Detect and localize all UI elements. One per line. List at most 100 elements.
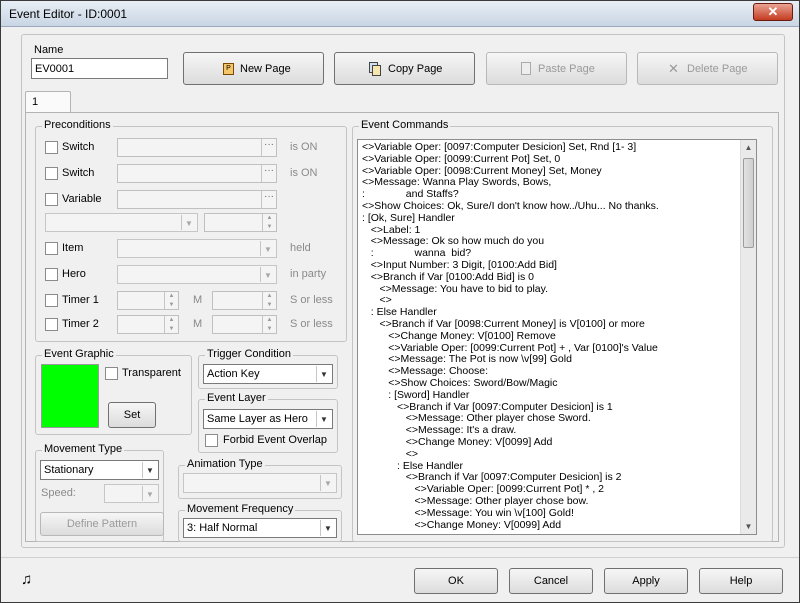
set-graphic-button[interactable]: Set	[108, 402, 156, 428]
event-layer-value: Same Layer as Hero	[207, 413, 308, 425]
spin-icon[interactable]: ▲ ▼	[164, 316, 178, 333]
spin-icon[interactable]: ▲ ▼	[262, 292, 276, 309]
variable-browse-icon[interactable]: ···	[261, 191, 276, 208]
timer1-minutes-stepper[interactable]: ▲ ▼	[117, 291, 179, 310]
command-line[interactable]: : [Ok, Sure] Handler	[362, 212, 740, 225]
close-button[interactable]: ✕	[753, 3, 793, 21]
speed-dropdown[interactable]: ▼	[104, 484, 159, 503]
switch1-field[interactable]: ···	[117, 138, 277, 157]
transparent-label: Transparent	[122, 367, 181, 379]
item-checkbox[interactable]	[45, 242, 58, 255]
timer1-checkbox[interactable]	[45, 294, 58, 307]
timer2-minutes-stepper[interactable]: ▲ ▼	[117, 315, 179, 334]
timer1-suffix: S or less	[290, 294, 333, 306]
timer2-seconds-stepper[interactable]: ▲ ▼	[212, 315, 277, 334]
delete-page-label: Delete Page	[687, 63, 748, 75]
preconditions-group: Preconditions	[35, 119, 347, 342]
chevron-down-icon: ▼	[260, 241, 275, 256]
paste-page-button[interactable]: Paste Page	[486, 52, 627, 85]
event-layer-label: Event Layer	[205, 392, 268, 404]
spin-icon[interactable]: ▲ ▼	[164, 292, 178, 309]
window-title: Event Editor - ID:0001	[9, 7, 128, 21]
delete-icon: ✕	[668, 61, 679, 76]
define-pattern-button[interactable]: Define Pattern	[40, 512, 164, 536]
switch1-label: Switch	[62, 141, 95, 153]
new-page-label: New Page	[240, 63, 291, 75]
name-label: Name	[34, 44, 64, 56]
event-graphic-preview[interactable]	[41, 364, 99, 428]
switch2-checkbox[interactable]	[45, 167, 58, 180]
paste-page-label: Paste Page	[538, 63, 595, 75]
command-line[interactable]: : [Sword] Handler	[362, 389, 740, 402]
variable-value-stepper[interactable]: ▲ ▼	[204, 213, 277, 232]
chevron-down-icon: ▼	[320, 520, 335, 536]
command-line[interactable]: <>Branch if Var [0098:Current Money] is …	[362, 318, 740, 331]
hero-suffix: in party	[290, 268, 327, 280]
scroll-up-icon[interactable]: ▲	[741, 140, 756, 155]
command-line[interactable]: <>Show Choices: Sword/Bow/Magic	[362, 377, 740, 390]
ok-button[interactable]: OK	[414, 568, 498, 594]
movement-frequency-dropdown[interactable]: 3: Half Normal ▼	[183, 518, 337, 538]
command-line[interactable]: <>Input Number: 3 Digit, [0100:Add Bid]	[362, 259, 740, 272]
event-editor-window: Event Editor - ID:0001 ✕ Name EV0001 P N…	[0, 0, 800, 603]
command-line[interactable]: <>Branch if Var [0100:Add Bid] is 0	[362, 271, 740, 284]
command-line[interactable]: <>Change Money: V[0100] Remove	[362, 330, 740, 343]
command-lines: <>Variable Oper: [0097:Computer Desicion…	[362, 141, 740, 532]
event-commands-list[interactable]: <>Variable Oper: [0097:Computer Desicion…	[357, 139, 757, 535]
chevron-down-icon: ▼	[316, 366, 331, 382]
movement-frequency-label: Movement Frequency	[185, 503, 296, 515]
event-commands-label: Event Commands	[359, 119, 451, 131]
command-line[interactable]: <>Variable Oper: [0099:Current Pot] Set,…	[362, 153, 740, 166]
name-input[interactable]: EV0001	[31, 58, 168, 79]
transparent-checkbox[interactable]	[105, 367, 118, 380]
command-line[interactable]: <>Message: You have to bid to play.	[362, 283, 740, 296]
scroll-down-icon[interactable]: ▼	[741, 519, 756, 534]
delete-page-button[interactable]: ✕ Delete Page	[637, 52, 778, 85]
title-bar: Event Editor - ID:0001 ✕	[1, 1, 799, 27]
variable-checkbox[interactable]	[45, 193, 58, 206]
apply-button[interactable]: Apply	[604, 568, 688, 594]
chevron-down-icon: ▼	[316, 411, 331, 427]
hero-dropdown[interactable]: ▼	[117, 265, 277, 284]
animation-type-dropdown[interactable]: ▼	[183, 473, 337, 493]
command-line[interactable]: <>Message: Other player chose bow.	[362, 495, 740, 508]
event-layer-dropdown[interactable]: Same Layer as Hero ▼	[203, 409, 333, 429]
chevron-down-icon: ▼	[320, 475, 335, 491]
item-label: Item	[62, 242, 84, 254]
copy-page-button[interactable]: Copy Page	[334, 52, 475, 85]
command-line[interactable]: <>Message: You win \v[100] Gold!	[362, 507, 740, 520]
timer1-seconds-stepper[interactable]: ▲ ▼	[212, 291, 277, 310]
movement-type-label: Movement Type	[42, 443, 125, 455]
item-dropdown[interactable]: ▼	[117, 239, 277, 258]
help-button[interactable]: Help	[699, 568, 783, 594]
commands-scrollbar[interactable]: ▲ ▼	[740, 140, 756, 534]
event-graphic-label: Event Graphic	[42, 348, 116, 360]
scroll-thumb[interactable]	[743, 158, 754, 248]
trigger-dropdown[interactable]: Action Key ▼	[203, 364, 333, 384]
spin-icon[interactable]: ▲ ▼	[262, 214, 276, 231]
switch2-field[interactable]: ···	[117, 164, 277, 183]
timer1-label: Timer 1	[62, 294, 99, 306]
forbid-overlap-checkbox[interactable]	[205, 434, 218, 447]
switch1-suffix: is ON	[290, 141, 318, 153]
switch2-browse-icon[interactable]: ···	[261, 165, 276, 182]
switch1-browse-icon[interactable]: ···	[261, 139, 276, 156]
tab-page-1[interactable]: 1	[25, 91, 71, 113]
cancel-button[interactable]: Cancel	[509, 568, 593, 594]
switch1-checkbox[interactable]	[45, 141, 58, 154]
movement-frequency-value: 3: Half Normal	[187, 522, 258, 534]
command-line[interactable]: <>Change Money: V[0099] Add	[362, 519, 740, 532]
page-icon: P	[223, 63, 234, 75]
variable-compare-dropdown[interactable]: ▼	[45, 213, 198, 232]
command-line[interactable]: <>	[362, 448, 740, 461]
hero-checkbox[interactable]	[45, 268, 58, 281]
spin-icon[interactable]: ▲ ▼	[262, 316, 276, 333]
timer2-checkbox[interactable]	[45, 318, 58, 331]
movement-type-dropdown[interactable]: Stationary ▼	[40, 460, 159, 480]
variable-field[interactable]: ···	[117, 190, 277, 209]
command-line[interactable]: <>Change Money: V[0099] Add	[362, 436, 740, 449]
variable-label: Variable	[62, 193, 102, 205]
music-note-icon[interactable]: ♫	[21, 571, 32, 588]
command-line[interactable]: <>Show Choices: Ok, Sure/I don't know ho…	[362, 200, 740, 213]
new-page-button[interactable]: P New Page	[183, 52, 324, 85]
